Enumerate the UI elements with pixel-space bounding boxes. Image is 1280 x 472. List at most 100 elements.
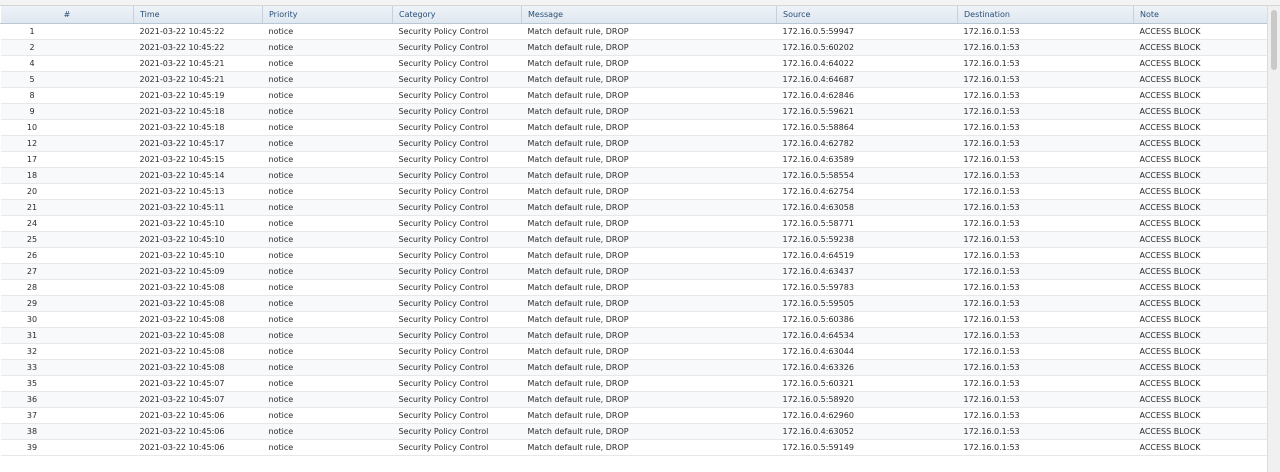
cell-message: Match default rule, DROP — [521, 103, 777, 120]
cell-message: Match default rule, DROP — [521, 23, 777, 40]
table-row[interactable]: 8 2021-03-22 10:45:19 notice Security Polic… — [0, 87, 1268, 104]
cell-note: ACCESS BLOCK — [1133, 151, 1268, 168]
cell-source: 172.16.0.5:59505 — [776, 295, 958, 312]
cell-message: Match default rule, DROP — [521, 343, 777, 360]
cell-message: Match default rule, DROP — [521, 327, 777, 344]
col-header-category[interactable]: Category — [392, 6, 522, 24]
table-row[interactable]: 38 2021-03-22 10:45:06 notice Security Poli… — [0, 423, 1268, 440]
table-row[interactable]: 25 2021-03-22 10:45:10 notice Security Poli… — [0, 231, 1268, 248]
cell-priority: notice — [262, 279, 393, 296]
col-header-note[interactable]: Note — [1133, 6, 1268, 24]
cell-category: Security Policy Control — [392, 23, 522, 40]
table-row[interactable]: 39 2021-03-22 10:45:06 notice Security Poli… — [0, 439, 1268, 456]
cell-priority: notice — [262, 295, 393, 312]
table-row[interactable]: 20 2021-03-22 10:45:13 notice Security Poli… — [0, 183, 1268, 200]
cell-category: Security Policy Control — [392, 135, 522, 152]
table-row[interactable]: 33 2021-03-22 10:45:08 notice Security Poli… — [0, 359, 1268, 376]
table-row[interactable]: 21 2021-03-22 10:45:11 notice Security Poli… — [0, 199, 1268, 216]
scrollbar-thumb[interactable] — [1271, 10, 1277, 70]
cell-index: 18 — [0, 167, 134, 184]
cell-index: 1 — [0, 23, 134, 40]
cell-index: 26 — [0, 247, 134, 264]
cell-destination: 172.16.0.1:53 — [957, 359, 1134, 376]
cell-priority: notice — [262, 39, 393, 56]
table-row[interactable]: 31 2021-03-22 10:45:08 notice Security Poli… — [0, 327, 1268, 344]
cell-index: 31 — [0, 327, 134, 344]
cell-index: 21 — [0, 199, 134, 216]
cell-destination: 172.16.0.1:53 — [957, 103, 1134, 120]
table-row[interactable]: 1 2021-03-22 10:45:22 notice Security Polic… — [0, 23, 1268, 40]
cell-destination: 172.16.0.1:53 — [957, 135, 1134, 152]
table-row[interactable]: 5 2021-03-22 10:45:21 notice Security Polic… — [0, 71, 1268, 88]
cell-note: ACCESS BLOCK — [1133, 247, 1268, 264]
table-row[interactable]: 29 2021-03-22 10:45:08 notice Security Poli… — [0, 295, 1268, 312]
table-row[interactable]: 2 2021-03-22 10:45:22 notice Security Polic… — [0, 39, 1268, 56]
cell-index: 17 — [0, 151, 134, 168]
table-row[interactable]: 32 2021-03-22 10:45:08 notice Security Poli… — [0, 343, 1268, 360]
cell-note: ACCESS BLOCK — [1133, 423, 1268, 440]
cell-priority: notice — [262, 359, 393, 376]
cell-priority: notice — [262, 183, 393, 200]
table-row[interactable]: 10 2021-03-22 10:45:18 notice Security Poli… — [0, 119, 1268, 136]
col-header-destination[interactable]: Destination — [957, 6, 1134, 24]
table-row[interactable]: 28 2021-03-22 10:45:08 notice Security Poli… — [0, 279, 1268, 296]
cell-source: 172.16.0.5:59149 — [776, 439, 958, 456]
cell-source: 172.16.0.4:64534 — [776, 327, 958, 344]
table-row[interactable]: 18 2021-03-22 10:45:14 notice Security Poli… — [0, 167, 1268, 184]
cell-time: 2021-03-22 10:45:07 — [133, 391, 263, 408]
cell-time: 2021-03-22 10:45:10 — [133, 215, 263, 232]
table-row[interactable]: 4 2021-03-22 10:45:21 notice Security Polic… — [0, 55, 1268, 72]
cell-time: 2021-03-22 10:45:10 — [133, 231, 263, 248]
cell-note: ACCESS BLOCK — [1133, 407, 1268, 424]
cell-message: Match default rule, DROP — [521, 119, 777, 136]
cell-message: Match default rule, DROP — [521, 295, 777, 312]
table-row[interactable]: 30 2021-03-22 10:45:08 notice Security Poli… — [0, 311, 1268, 328]
cell-note: ACCESS BLOCK — [1133, 263, 1268, 280]
cell-destination: 172.16.0.1:53 — [957, 55, 1134, 72]
cell-priority: notice — [262, 343, 393, 360]
table-row[interactable]: 12 2021-03-22 10:45:17 notice Security Poli… — [0, 135, 1268, 152]
table-row[interactable]: 36 2021-03-22 10:45:07 notice Security Poli… — [0, 391, 1268, 408]
col-header-source[interactable]: Source — [776, 6, 958, 24]
cell-message: Match default rule, DROP — [521, 71, 777, 88]
cell-time: 2021-03-22 10:45:11 — [133, 199, 263, 216]
cell-message: Match default rule, DROP — [521, 87, 777, 104]
cell-destination: 172.16.0.1:53 — [957, 295, 1134, 312]
table-row[interactable]: 24 2021-03-22 10:45:10 notice Security Poli… — [0, 215, 1268, 232]
cell-category: Security Policy Control — [392, 263, 522, 280]
col-header-priority[interactable]: Priority — [262, 6, 393, 24]
cell-destination: 172.16.0.1:53 — [957, 167, 1134, 184]
cell-source: 172.16.0.5:59783 — [776, 279, 958, 296]
cell-time: 2021-03-22 10:45:14 — [133, 167, 263, 184]
cell-note: ACCESS BLOCK — [1133, 311, 1268, 328]
col-header-index[interactable]: # — [0, 6, 134, 24]
col-header-time[interactable]: Time — [133, 6, 263, 24]
table-row[interactable]: 17 2021-03-22 10:45:15 notice Security Poli… — [0, 151, 1268, 168]
cell-source: 172.16.0.5:58771 — [776, 215, 958, 232]
cell-time: 2021-03-22 10:45:21 — [133, 71, 263, 88]
cell-note: ACCESS BLOCK — [1133, 183, 1268, 200]
table-row[interactable]: 9 2021-03-22 10:45:18 notice Security Polic… — [0, 103, 1268, 120]
cell-category: Security Policy Control — [392, 279, 522, 296]
cell-message: Match default rule, DROP — [521, 359, 777, 376]
col-header-message[interactable]: Message — [521, 6, 777, 24]
cell-index: 27 — [0, 263, 134, 280]
cell-destination: 172.16.0.1:53 — [957, 263, 1134, 280]
cell-category: Security Policy Control — [392, 39, 522, 56]
cell-category: Security Policy Control — [392, 295, 522, 312]
table-row[interactable]: 35 2021-03-22 10:45:07 notice Security Poli… — [0, 375, 1268, 392]
cell-priority: notice — [262, 55, 393, 72]
vertical-scrollbar[interactable] — [1267, 6, 1280, 472]
cell-source: 172.16.0.5:58554 — [776, 167, 958, 184]
cell-note: ACCESS BLOCK — [1133, 167, 1268, 184]
cell-time: 2021-03-22 10:45:06 — [133, 407, 263, 424]
table-row[interactable]: 27 2021-03-22 10:45:09 notice Security Poli… — [0, 263, 1268, 280]
cell-category: Security Policy Control — [392, 183, 522, 200]
table-row[interactable]: 26 2021-03-22 10:45:10 notice Security Poli… — [0, 247, 1268, 264]
cell-note: ACCESS BLOCK — [1133, 39, 1268, 56]
cell-source: 172.16.0.4:62754 — [776, 183, 958, 200]
cell-index: 29 — [0, 295, 134, 312]
cell-message: Match default rule, DROP — [521, 391, 777, 408]
table-row[interactable]: 37 2021-03-22 10:45:06 notice Security Poli… — [0, 407, 1268, 424]
cell-message: Match default rule, DROP — [521, 247, 777, 264]
